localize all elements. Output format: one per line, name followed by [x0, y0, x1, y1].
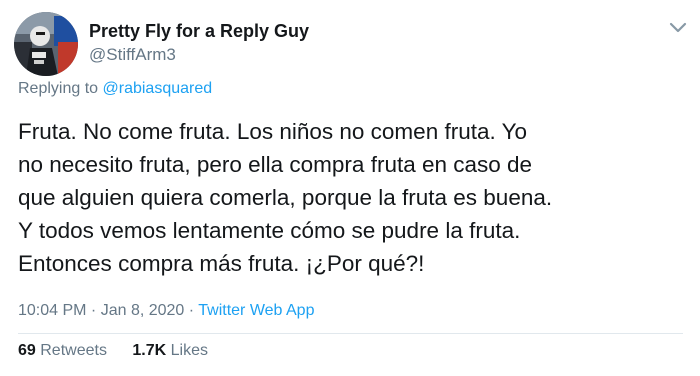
tweet-stats: 69 Retweets 1.7K Likes: [18, 340, 208, 362]
author-info[interactable]: Pretty Fly for a Reply Guy @StiffArm3: [89, 20, 309, 66]
retweets-stat[interactable]: 69 Retweets: [18, 340, 107, 362]
mention-link[interactable]: @rabiasquared: [103, 80, 213, 97]
likes-stat[interactable]: 1.7K Likes: [132, 340, 208, 362]
avatar[interactable]: [14, 12, 78, 76]
likes-count: 1.7K: [132, 342, 167, 359]
display-name[interactable]: Pretty Fly for a Reply Guy: [89, 20, 309, 42]
replying-to-label: Replying to: [18, 80, 99, 97]
tweet-text-line: que alguien quiera comerla, porque la fr…: [18, 185, 553, 210]
user-handle[interactable]: @StiffArm3: [89, 44, 309, 66]
replying-to: Replying to @rabiasquared: [18, 78, 212, 100]
source-app-link[interactable]: Twitter Web App: [198, 302, 314, 319]
meta-separator: ·: [86, 302, 101, 319]
profile-photo-icon: [14, 12, 78, 76]
tweet-text-line: Entonces compra más fruta. ¡¿Por qué?!: [18, 251, 425, 276]
retweets-count: 69: [18, 342, 36, 359]
tweet-text: Fruta. No come fruta. Los niños no comen…: [18, 115, 693, 280]
chevron-down-icon[interactable]: [665, 14, 691, 40]
retweets-label: Retweets: [40, 342, 107, 359]
tweet-text-line: no necesito fruta, pero ella compra frut…: [18, 152, 533, 177]
divider: [18, 333, 683, 334]
tweet-date[interactable]: Jan 8, 2020: [101, 302, 185, 319]
tweet-text-line: Y todos vemos lentamente cómo se pudre l…: [18, 218, 521, 243]
tweet-time[interactable]: 10:04 PM: [18, 302, 86, 319]
meta-separator: ·: [184, 302, 199, 319]
tweet-meta: 10:04 PM · Jan 8, 2020 · Twitter Web App: [18, 300, 314, 322]
tweet-card: Pretty Fly for a Reply Guy @StiffArm3 Re…: [0, 0, 700, 376]
tweet-text-line: Fruta. No come fruta. Los niños no comen…: [18, 119, 528, 144]
likes-label: Likes: [170, 342, 209, 359]
